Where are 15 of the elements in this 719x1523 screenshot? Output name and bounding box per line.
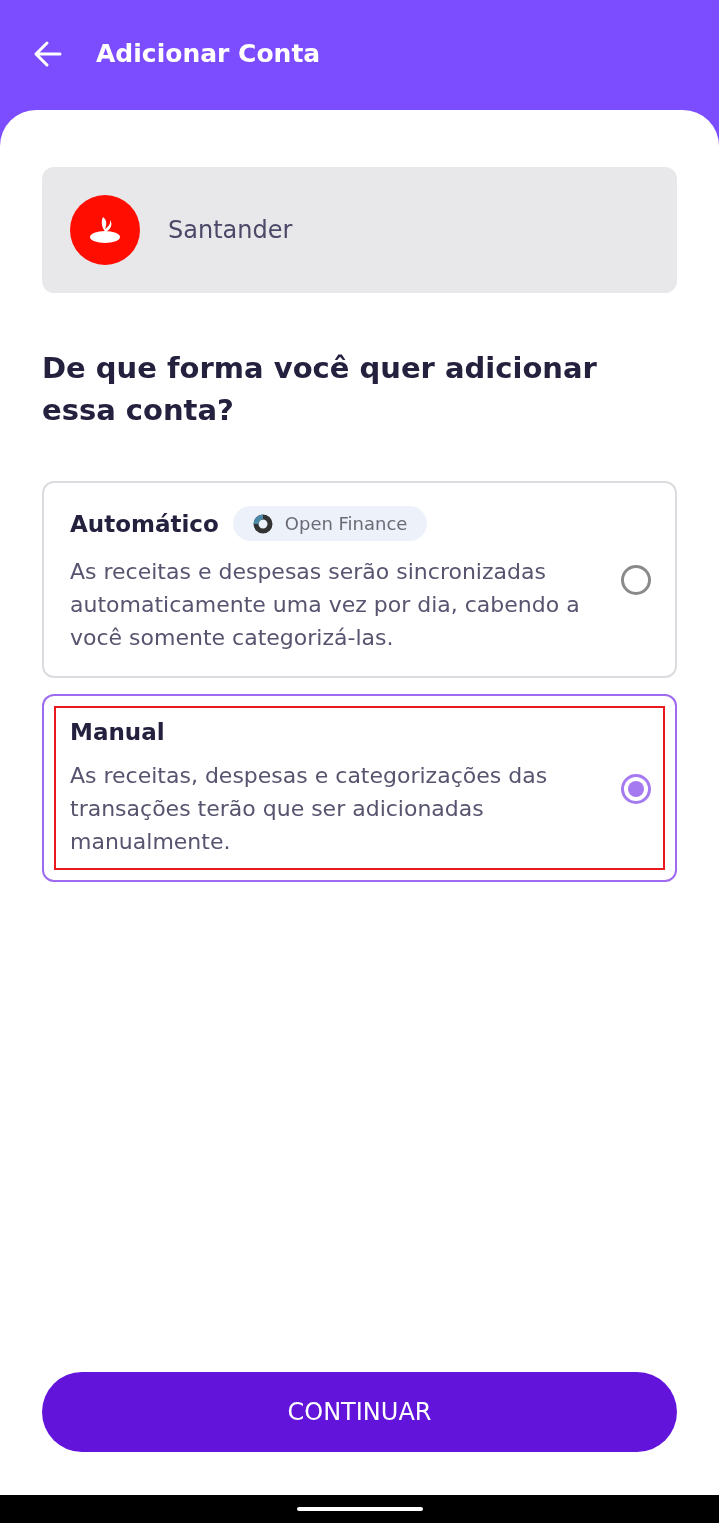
- page-title: Adicionar Conta: [96, 38, 321, 70]
- ring-icon: [252, 513, 273, 534]
- option-description: As receitas e despesas serão sincronizadas automaticamente uma vez por dia, cabendo a você somente categorizá-las.: [70, 558, 581, 652]
- option-description: As receitas, despesas e categorizações das transações terão que ser adicionadas manualmente.: [70, 762, 549, 856]
- open-finance-badge: Open Finance: [232, 506, 428, 541]
- option-card[interactable]: Automático Open Finance As receitas e despesas serão sincronizadas automaticamente uma vez por dia, cabendo a você somente categorizá-las.: [42, 481, 677, 678]
- option-title: Manual: [70, 719, 165, 745]
- radio-button[interactable]: [621, 565, 651, 595]
- option-title: Automático: [70, 510, 219, 537]
- question-heading: De que forma você quer adicionar essa conta?: [42, 350, 598, 429]
- continue-button[interactable]: CONTINUAR: [42, 1372, 677, 1452]
- option-card[interactable]: Manual As receitas, despesas e categorizações das transações terão que ser adicionadas manualmente.: [42, 694, 677, 882]
- bank-name: Santander: [168, 216, 293, 244]
- bank-logo-icon: [70, 195, 140, 265]
- radio-button[interactable]: [621, 773, 651, 804]
